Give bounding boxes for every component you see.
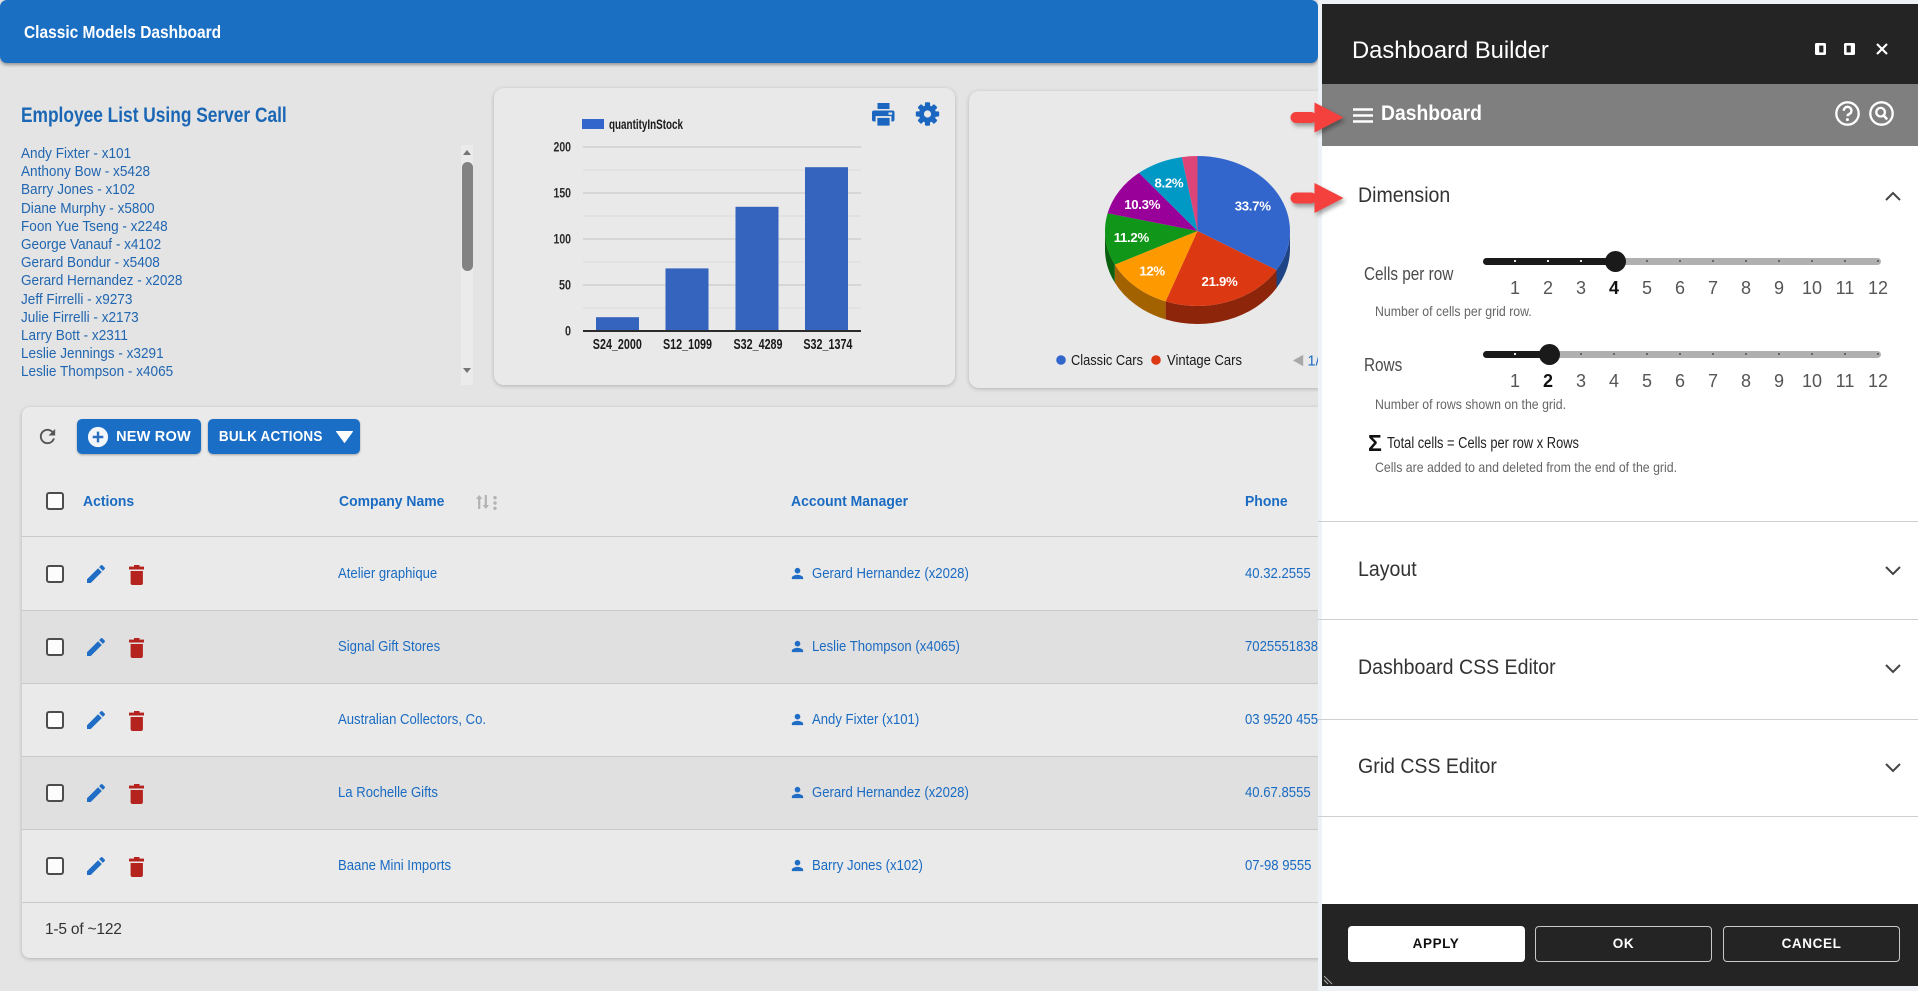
- svg-text:Classic Cars: Classic Cars: [1071, 353, 1143, 369]
- svg-text:8.2%: 8.2%: [1154, 175, 1183, 190]
- svg-text:11.2%: 11.2%: [1114, 230, 1150, 245]
- svg-text:150: 150: [554, 186, 572, 201]
- svg-text:0: 0: [565, 324, 571, 339]
- svg-text:S32_1374: S32_1374: [803, 337, 852, 353]
- svg-text:100: 100: [554, 232, 572, 247]
- svg-text:S32_4289: S32_4289: [734, 337, 783, 353]
- svg-text:12%: 12%: [1139, 263, 1165, 278]
- svg-text:33.7%: 33.7%: [1235, 199, 1271, 214]
- svg-text:50: 50: [559, 278, 571, 293]
- svg-text:200: 200: [554, 140, 572, 155]
- svg-text:21.9%: 21.9%: [1202, 274, 1238, 289]
- svg-text:S12_1099: S12_1099: [663, 337, 712, 353]
- svg-text:10.3%: 10.3%: [1124, 197, 1160, 212]
- svg-text:quantityInStock: quantityInStock: [609, 116, 683, 132]
- svg-text:S24_2000: S24_2000: [593, 337, 642, 353]
- svg-text:Vintage Cars: Vintage Cars: [1167, 353, 1242, 369]
